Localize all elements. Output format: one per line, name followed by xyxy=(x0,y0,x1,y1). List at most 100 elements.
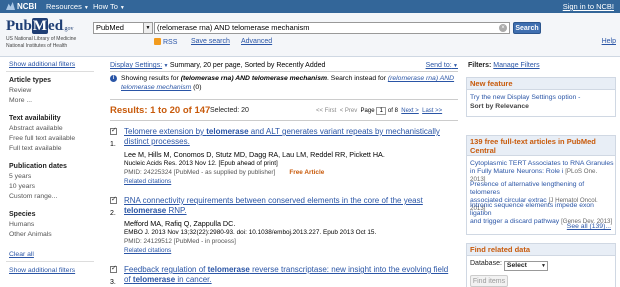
resources-label: Resources xyxy=(46,2,82,11)
filter-heading-text-availability: Text availability xyxy=(9,115,61,122)
search-button[interactable]: Search xyxy=(513,22,541,34)
rss-link[interactable]: RSS xyxy=(154,38,177,46)
filter-other-animals[interactable]: Other Animals xyxy=(9,231,52,238)
filter-abstract-available[interactable]: Abstract available xyxy=(9,125,63,132)
sidebar-divider xyxy=(6,71,94,72)
show-additional-filters-bottom-link[interactable]: Show additional filters xyxy=(9,267,75,274)
filters-line: Filters: Manage Filters xyxy=(468,62,540,69)
database-select-value: PubMed xyxy=(96,23,124,32)
result-checkbox[interactable] xyxy=(110,195,117,204)
results-bar: Results: 1 to 20 of 147 Selected: 20 << … xyxy=(110,104,458,118)
result-authors: Mefford MA, Rafiq Q, Zappulla DC. xyxy=(124,219,236,228)
notice-mid: . Search instead for xyxy=(327,75,388,82)
free-article-badge: Free Article xyxy=(289,169,325,176)
database-select[interactable]: PubMed ▼ xyxy=(93,22,153,34)
pager-first: << First xyxy=(316,108,337,114)
send-to-menu[interactable]: Send to: ▼ xyxy=(426,62,458,69)
find-related-data-box: Find related data Database: Select ▼ Find … xyxy=(466,243,616,287)
filter-custom-range[interactable]: Custom range... xyxy=(9,193,57,200)
clear-icon[interactable]: × xyxy=(499,24,507,32)
howto-menu[interactable]: How To ▼ xyxy=(93,2,125,11)
chevron-down-icon: ▼ xyxy=(451,63,458,69)
find-items-button[interactable]: Find items xyxy=(470,275,508,287)
related-database-select[interactable]: Select ▼ xyxy=(503,261,548,271)
howto-label: How To xyxy=(93,2,118,11)
search-header: PubMed .gov US National Library of Medici… xyxy=(0,13,620,57)
result-title-link[interactable]: Telomere extension by telomerase and ALT… xyxy=(124,127,454,147)
sign-in-link[interactable]: Sign in to NCBI xyxy=(563,2,614,11)
logo-m: M xyxy=(31,18,49,34)
clear-all-link[interactable]: Clear all xyxy=(9,251,34,258)
help-link[interactable]: Help xyxy=(602,38,616,45)
selected-count: Selected: 20 xyxy=(210,107,249,114)
notice-prefix: Showing results for xyxy=(121,75,181,82)
filter-free-full-text[interactable]: Free full text available xyxy=(9,135,75,142)
show-additional-filters-link[interactable]: Show additional filters xyxy=(9,61,75,68)
advanced-search-link[interactable]: Advanced xyxy=(241,38,272,45)
filter-10-years[interactable]: 10 years xyxy=(9,183,35,190)
related-citations-link[interactable]: Related citations xyxy=(124,247,171,254)
sort-by-relevance-link[interactable]: Sort by Relevance xyxy=(470,103,529,110)
result-number: 2. xyxy=(110,210,116,217)
divider xyxy=(110,120,458,121)
save-search-link[interactable]: Save search xyxy=(191,38,230,45)
filter-heading-publication-dates: Publication dates xyxy=(9,163,67,170)
free-articles-title: 139 free full-text articles in PubMed Cen… xyxy=(467,136,615,156)
database-row: Database: Select ▼ xyxy=(470,260,548,271)
filter-heading-article-types: Article types xyxy=(9,77,52,84)
display-settings[interactable]: Display Settings: ▼ Summary, 20 per page… xyxy=(110,62,325,69)
filter-review[interactable]: Review xyxy=(9,87,31,94)
send-to-label: Send to: xyxy=(425,62,452,69)
display-settings-label[interactable]: Display Settings: xyxy=(110,62,162,69)
pmid-text: PMID: 24225324 [PubMed - as supplied by … xyxy=(124,169,276,176)
result-number: 1. xyxy=(110,141,116,148)
result-journal: EMBO J. 2013 Nov 13;32(22):2980-93. doi:… xyxy=(124,229,377,236)
pager-last[interactable]: Last >> xyxy=(422,108,442,114)
new-feature-title: New feature xyxy=(467,78,615,90)
filter-5-years[interactable]: 5 years xyxy=(9,173,31,180)
result-number: 3. xyxy=(110,279,116,286)
result-title-link[interactable]: Feedback regulation of telomerase revers… xyxy=(124,265,454,285)
logo-subtitle-1: US National Library of Medicine xyxy=(6,36,77,42)
result-title-link[interactable]: RNA connectivity requirements between co… xyxy=(124,196,454,216)
database-label: Database: xyxy=(470,260,502,267)
article-line-1: Cytoplasmic TERT Associates to RNA Granu… xyxy=(470,160,614,167)
see-all-link[interactable]: See all (139)... xyxy=(567,223,611,230)
new-feature-text: Try the new Display Settings option - xyxy=(470,94,581,101)
logo-subtitle-2: National Institutes of Health xyxy=(6,43,68,49)
pubmed-logo[interactable]: PubMed.gov US National Library of Medici… xyxy=(6,18,76,49)
info-icon: i xyxy=(110,75,117,82)
result-checkbox[interactable] xyxy=(110,264,117,273)
free-articles-title-1: 139 free full-text articles in PubMed xyxy=(470,137,596,146)
ncbi-logo-icon xyxy=(6,2,15,10)
filter-heading-species: Species xyxy=(9,211,36,218)
filter-full-text[interactable]: Full text available xyxy=(9,145,62,152)
rss-label: RSS xyxy=(163,39,178,46)
left-sidebar: Show additional filters Article types Re… xyxy=(0,57,100,287)
result-pmid: PMID: 24129512 [PubMed - in process] xyxy=(124,238,236,245)
logo-gov: .gov xyxy=(63,26,74,32)
divider xyxy=(110,71,458,72)
free-articles-box: 139 free full-text articles in PubMed Cen… xyxy=(466,135,616,235)
chevron-down-icon: ▼ xyxy=(540,263,546,269)
right-sidebar: Filters: Manage Filters New feature Try … xyxy=(466,57,620,287)
chevron-down-icon: ▼ xyxy=(83,5,89,11)
article-line-2: in Fully Mature Neurons: Role i xyxy=(470,168,564,175)
filter-humans[interactable]: Humans xyxy=(9,221,34,228)
search-input[interactable]: (relomerase rna) AND telomerase mechanis… xyxy=(154,22,510,34)
article-line-1: Intronic sequence elements impede exon l… xyxy=(470,202,594,217)
pager-next[interactable]: Next > xyxy=(401,108,419,114)
sidebar-divider xyxy=(6,261,94,262)
result-checkbox[interactable] xyxy=(110,126,117,135)
page-number-input[interactable]: 1 xyxy=(376,107,387,115)
filter-more[interactable]: More ... xyxy=(9,97,32,104)
pager-prev: < Prev xyxy=(339,108,358,114)
pager-of: of 8 xyxy=(387,108,398,114)
manage-filters-link[interactable]: Manage Filters xyxy=(493,62,539,69)
related-citations-link[interactable]: Related citations xyxy=(124,178,171,185)
filters-label: Filters: xyxy=(468,62,492,69)
ncbi-logo[interactable]: NCBI xyxy=(6,2,37,11)
chevron-down-icon: ▼ xyxy=(143,23,152,33)
resources-menu[interactable]: Resources ▼ xyxy=(46,2,89,11)
notice-text: Showing results for (telomerase rna) AND… xyxy=(121,74,456,92)
